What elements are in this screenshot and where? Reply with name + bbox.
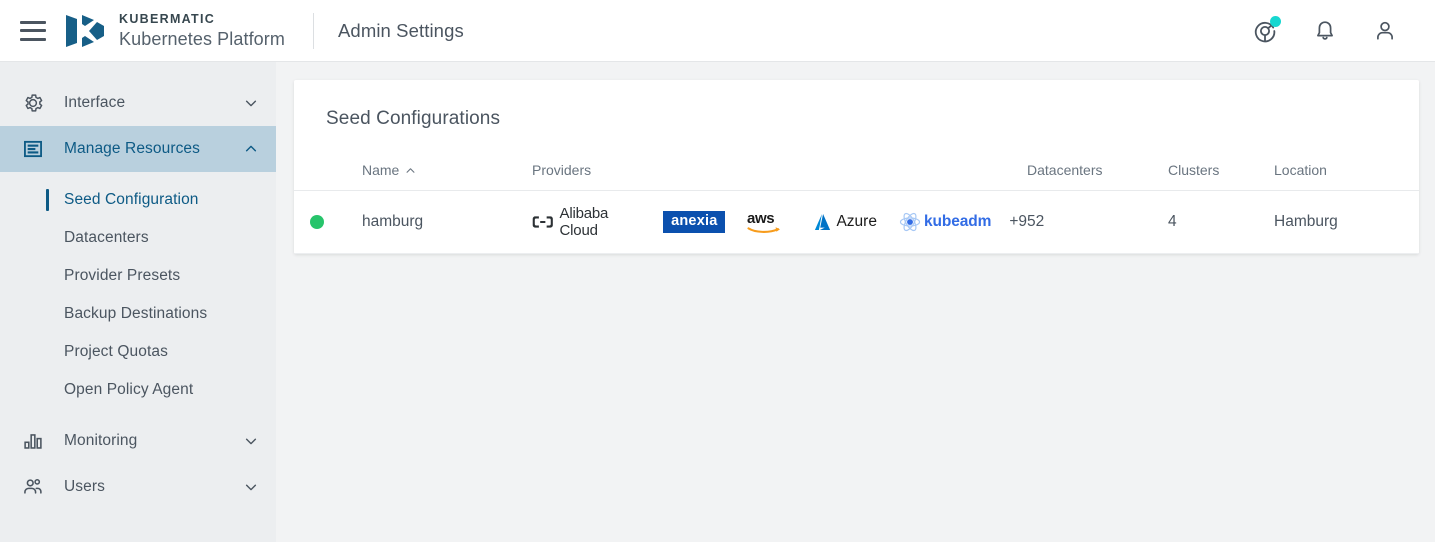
status-badge: [310, 215, 324, 229]
cell-datacenters: 52: [1027, 191, 1168, 254]
sidebar-item-label: Datacenters: [64, 229, 149, 247]
cell-location: Hamburg: [1274, 191, 1419, 254]
cell-providers: Alibaba Cloud anexia aws: [532, 191, 1027, 254]
sidebar-item-label: Seed Configuration: [64, 191, 199, 209]
column-header-label: Clusters: [1168, 162, 1219, 178]
page-title: Admin Settings: [338, 20, 464, 42]
user-account-icon[interactable]: [1371, 17, 1399, 45]
kubermatic-logo-icon: [64, 11, 106, 51]
sidebar-item-label: Project Quotas: [64, 343, 168, 361]
column-header-name[interactable]: Name: [362, 154, 532, 191]
sidebar-group-label: Interface: [64, 94, 244, 112]
column-header-clusters: Clusters: [1168, 154, 1274, 191]
brand-name-secondary: Kubernetes Platform: [119, 30, 285, 48]
aws-logo: aws: [747, 209, 787, 235]
providers-overflow-count[interactable]: +9: [1009, 213, 1027, 231]
anexia-logo: anexia: [663, 211, 725, 234]
hamburger-line: [20, 38, 46, 41]
cell-clusters: 4: [1168, 191, 1274, 254]
table-row[interactable]: hamburg Alibaba: [294, 191, 1419, 254]
chevron-down-icon: [244, 96, 258, 110]
column-header-label: Providers: [532, 162, 591, 178]
help-icon[interactable]: [1251, 17, 1279, 45]
seed-configurations-table: Name Providers Datacenters: [294, 154, 1419, 254]
kubeadm-label: kubeadm: [924, 213, 991, 231]
body-wrapper: Interface Manage Resources: [0, 62, 1435, 542]
hamburger-line: [20, 21, 46, 24]
sidebar-group-monitoring[interactable]: Monitoring: [0, 418, 276, 464]
sidebar: Interface Manage Resources: [0, 62, 276, 542]
brand-logo-area[interactable]: KUBERMATIC Kubernetes Platform: [64, 11, 285, 51]
column-header-label: Datacenters: [1027, 162, 1102, 178]
app-root: KUBERMATIC Kubernetes Platform Admin Set…: [0, 0, 1435, 542]
column-header-datacenters: Datacenters: [1027, 154, 1168, 191]
sidebar-group-interface[interactable]: Interface: [0, 80, 276, 126]
alibaba-cloud-icon: [532, 214, 554, 230]
top-bar: KUBERMATIC Kubernetes Platform Admin Set…: [0, 0, 1435, 62]
main-content: Seed Configurations Name: [276, 62, 1435, 542]
name-sort-control[interactable]: Name: [362, 162, 416, 178]
sidebar-item-label: Open Policy Agent: [64, 381, 193, 399]
table-header-row: Name Providers Datacenters: [294, 154, 1419, 191]
sidebar-item-project-quotas[interactable]: Project Quotas: [0, 333, 276, 371]
column-header-label: Name: [362, 162, 399, 178]
bell-icon: [1313, 19, 1337, 43]
sidebar-item-datacenters[interactable]: Datacenters: [0, 219, 276, 257]
sidebar-group-label: Manage Resources: [64, 140, 244, 158]
column-header-providers: Providers: [532, 154, 1027, 191]
chevron-up-icon: [244, 142, 258, 156]
kubeadm-icon: [899, 211, 921, 233]
azure-label: Azure: [836, 213, 877, 231]
sidebar-group-manage-resources[interactable]: Manage Resources: [0, 126, 276, 172]
person-icon: [1373, 19, 1397, 43]
sidebar-group-users[interactable]: Users: [0, 464, 276, 510]
sidebar-item-label: Backup Destinations: [64, 305, 207, 323]
sidebar-item-label: Provider Presets: [64, 267, 180, 285]
header-divider: [313, 13, 314, 49]
brand-text: KUBERMATIC Kubernetes Platform: [119, 13, 285, 48]
gear-icon: [18, 92, 48, 114]
hamburger-menu-icon[interactable]: [20, 21, 46, 41]
aws-icon: aws: [747, 209, 787, 235]
brand-name-primary: KUBERMATIC: [119, 13, 285, 26]
anexia-label: anexia: [663, 211, 725, 234]
alibaba-cloud-label: Alibaba Cloud: [560, 205, 642, 239]
svg-text:aws: aws: [747, 210, 774, 227]
azure-icon: [813, 212, 832, 232]
alibaba-cloud-logo: Alibaba Cloud: [532, 205, 641, 239]
sidebar-group-label: Monitoring: [64, 432, 244, 450]
column-header-label: Location: [1274, 162, 1327, 178]
azure-logo: Azure: [813, 212, 877, 232]
top-bar-actions: [1251, 17, 1435, 45]
provider-logo-list: Alibaba Cloud anexia aws: [532, 205, 1027, 239]
chevron-down-icon: [244, 480, 258, 494]
chevron-down-icon: [244, 434, 258, 448]
sidebar-spacer: [0, 172, 276, 181]
people-icon: [18, 476, 48, 498]
sidebar-item-seed-configuration[interactable]: Seed Configuration: [0, 181, 276, 219]
sidebar-item-backup-destinations[interactable]: Backup Destinations: [0, 295, 276, 333]
sidebar-item-provider-presets[interactable]: Provider Presets: [0, 257, 276, 295]
bar-chart-icon: [18, 430, 48, 452]
help-notification-badge: [1270, 16, 1281, 27]
card-title: Seed Configurations: [294, 80, 1419, 130]
notifications-bell-icon[interactable]: [1311, 17, 1339, 45]
hamburger-line: [20, 29, 46, 32]
sort-ascending-chevron-up-icon: [405, 165, 416, 176]
sidebar-spacer: [0, 409, 276, 418]
column-header-status: [294, 154, 362, 191]
sidebar-group-label: Users: [64, 478, 244, 496]
column-header-location: Location: [1274, 154, 1419, 191]
cell-status: [294, 191, 362, 254]
seed-configurations-card: Seed Configurations Name: [294, 80, 1419, 254]
table-body: hamburg Alibaba: [294, 191, 1419, 254]
kubeadm-logo: kubeadm: [899, 211, 991, 233]
table-header: Name Providers Datacenters: [294, 154, 1419, 191]
list-table-icon: [18, 138, 48, 160]
sidebar-item-open-policy-agent[interactable]: Open Policy Agent: [0, 371, 276, 409]
cell-name: hamburg: [362, 191, 532, 254]
